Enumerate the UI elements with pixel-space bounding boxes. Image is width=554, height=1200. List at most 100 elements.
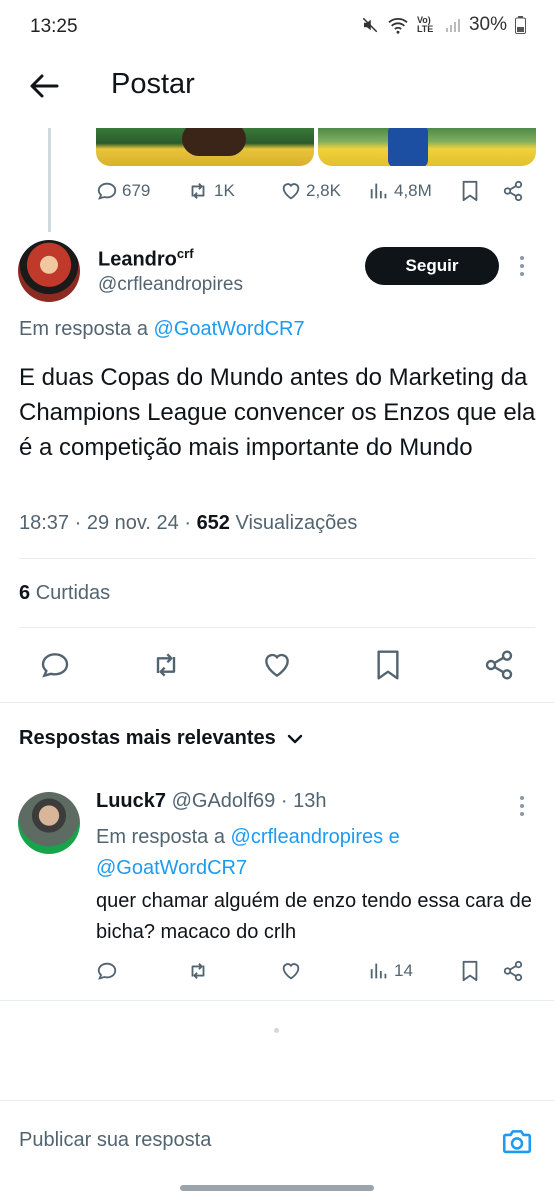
likes-count: 6 xyxy=(19,582,31,604)
reply-to-link[interactable]: @crfleandropires xyxy=(231,826,384,848)
bookmark-icon xyxy=(462,960,478,982)
bookmark-button[interactable] xyxy=(371,648,405,682)
replies-sort-dropdown[interactable]: Respostas mais relevantes xyxy=(19,727,304,750)
views-count: 652 xyxy=(196,512,230,534)
author-display-name: Leandro xyxy=(98,248,177,271)
reply-age: 13h xyxy=(293,790,327,812)
reply-author-name[interactable]: Luuck7 xyxy=(96,790,166,812)
sort-label: Respostas mais relevantes xyxy=(19,727,276,749)
divider xyxy=(0,702,554,703)
reply-icon xyxy=(97,962,117,980)
views-icon xyxy=(370,963,387,979)
bookmark-action[interactable] xyxy=(460,960,480,982)
more-icon[interactable] xyxy=(520,256,524,276)
retweet-count: 1K xyxy=(214,181,235,200)
tweet-meta: 18:37 · 29 nov. 24 · 652 Visualizações xyxy=(19,512,358,534)
bookmark-action[interactable] xyxy=(460,180,480,202)
divider xyxy=(0,1000,554,1001)
network-label: Vo) LTE xyxy=(416,15,434,34)
parent-tweet-actions: 679 1K 2,8K 4,8M xyxy=(0,180,554,210)
avatar[interactable] xyxy=(18,240,80,302)
tweet-actions xyxy=(0,648,554,684)
share-action[interactable] xyxy=(502,960,524,982)
status-bar: 13:25 Vo) LTE 30% xyxy=(0,0,554,56)
share-button[interactable] xyxy=(482,648,516,682)
battery-percent: 30% xyxy=(468,14,507,35)
retweet-icon xyxy=(156,653,176,677)
page-title: Postar xyxy=(111,68,195,100)
like-button[interactable] xyxy=(260,648,294,682)
mute-icon xyxy=(362,17,378,33)
views-action[interactable]: 14 xyxy=(368,960,413,982)
reply-icon xyxy=(97,182,117,200)
media-image[interactable] xyxy=(318,128,536,166)
follow-button[interactable]: Seguir xyxy=(365,247,499,285)
top-bar: Postar xyxy=(0,56,554,128)
reply-prefix: Em resposta a xyxy=(96,826,225,848)
like-action[interactable] xyxy=(280,960,302,982)
back-button[interactable] xyxy=(24,66,64,106)
divider xyxy=(19,558,535,559)
bookmark-icon xyxy=(377,650,399,680)
retweet-button[interactable] xyxy=(149,648,183,682)
retweet-action[interactable]: 1K xyxy=(186,180,235,202)
reply-context: Em resposta a @crfleandropires e @GoatWo… xyxy=(96,822,516,884)
camera-icon xyxy=(502,1130,532,1154)
share-icon xyxy=(503,180,523,202)
views-action[interactable]: 4,8M xyxy=(368,180,432,202)
tweet-text: E duas Copas do Mundo antes do Marketing… xyxy=(19,364,536,461)
status-icons: Vo) LTE 30% xyxy=(361,14,526,36)
home-indicator[interactable] xyxy=(180,1185,374,1191)
reply-action[interactable] xyxy=(96,960,118,982)
author-name[interactable]: Leandrocrf xyxy=(98,246,194,272)
reply-tweet[interactable]: Luuck7 @GAdolf69 · 13h Em resposta a @cr… xyxy=(0,782,554,1002)
signal-icon xyxy=(445,19,460,32)
reply-to-link[interactable]: @GoatWordCR7 xyxy=(96,857,247,879)
chevron-down-icon xyxy=(287,734,303,743)
share-icon xyxy=(503,960,523,982)
views-label: Visualizações xyxy=(235,512,358,534)
views-icon xyxy=(370,183,387,199)
loading-indicator xyxy=(274,1028,279,1033)
reply-icon xyxy=(41,653,69,678)
reply-header: Luuck7 @GAdolf69 · 13h xyxy=(96,790,327,812)
bookmark-icon xyxy=(462,180,478,202)
retweet-action[interactable] xyxy=(186,960,210,982)
retweet-icon xyxy=(191,183,205,199)
wifi-icon xyxy=(388,18,408,34)
reply-prefix: Em resposta a xyxy=(19,318,148,340)
back-arrow-icon xyxy=(30,74,59,98)
views-count: 14 xyxy=(394,961,413,980)
heart-icon xyxy=(282,183,300,200)
like-action[interactable]: 2,8K xyxy=(280,180,341,202)
share-action[interactable] xyxy=(502,180,524,202)
reply-to-conjunction: e xyxy=(388,826,400,848)
media-image[interactable] xyxy=(96,128,314,166)
divider xyxy=(19,627,535,628)
battery-icon xyxy=(515,16,526,34)
author-handle[interactable]: @crfleandropires xyxy=(98,274,243,296)
likes-summary[interactable]: 6 Curtidas xyxy=(19,582,110,605)
reply-button[interactable] xyxy=(38,648,72,682)
reply-input[interactable]: Publicar sua resposta xyxy=(19,1129,211,1152)
like-count: 2,8K xyxy=(306,181,341,200)
heart-icon xyxy=(265,653,289,678)
reply-action[interactable]: 679 xyxy=(96,180,150,202)
status-time: 13:25 xyxy=(30,16,78,37)
tweet-date: 29 nov. 24 xyxy=(86,512,179,534)
views-count: 4,8M xyxy=(394,181,432,200)
camera-button[interactable] xyxy=(500,1125,534,1159)
retweet-icon xyxy=(191,963,205,979)
avatar[interactable] xyxy=(18,792,80,854)
reply-text: quer chamar alguém de enzo tendo essa ca… xyxy=(96,890,532,943)
reply-actions: 14 xyxy=(0,960,554,990)
tweet-author: Leandrocrf @crfleandropires Seguir xyxy=(0,232,554,312)
likes-label: Curtidas xyxy=(35,582,111,604)
reply-context: Em resposta a @GoatWordCR7 xyxy=(19,318,305,341)
author-name-suffix: crf xyxy=(176,246,194,261)
reply-to-link[interactable]: @GoatWordCR7 xyxy=(154,318,305,340)
more-icon[interactable] xyxy=(520,796,524,816)
share-icon xyxy=(485,650,513,680)
reply-author-handle[interactable]: @GAdolf69 xyxy=(172,790,276,812)
tweet-time: 18:37 xyxy=(19,512,70,534)
